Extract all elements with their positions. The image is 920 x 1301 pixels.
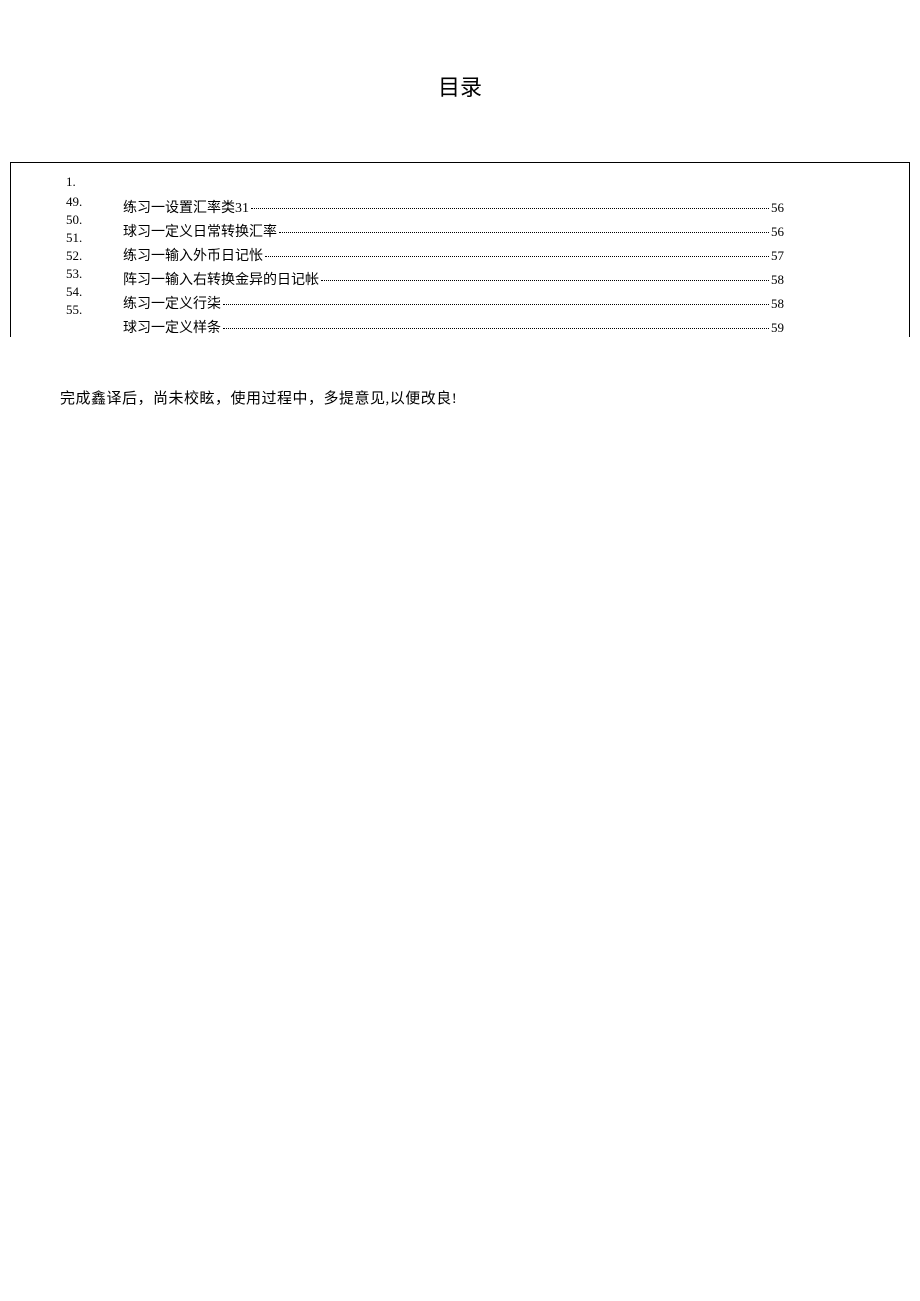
toc-entry-title: 阵习一输入右转换金异的日记帐 [123,269,319,289]
toc-entry-title: 球习一定义样条 [123,317,221,337]
toc-entry-title: 练习一定义行柒 [123,293,221,313]
toc-number: 52. [66,247,82,265]
toc-entry-title: 球习一定义日常转换汇率 [123,221,277,241]
toc-leader-dots [265,256,769,257]
toc-entry: 球习一定义日常转换汇率 56 [123,221,889,245]
toc-entry-page: 59 [771,320,889,336]
toc-container: 1. 49. 50. 51. 52. 53. 54. 55. 练习一设置汇率类3… [10,162,910,337]
toc-entry-page: 56 [771,224,889,240]
toc-entry: 练习一设置汇率类31 56 [123,197,889,221]
toc-number-column: 1. 49. 50. 51. 52. 53. 54. 55. [66,173,82,319]
toc-entry: 球习一定义样条 59 [123,317,889,337]
page-title: 目录 [0,0,920,162]
toc-number: 55. [66,301,82,319]
toc-leader-dots [223,328,769,329]
toc-leader-dots [279,232,769,233]
toc-entry-page: 57 [771,248,889,264]
toc-number: 1. [66,173,82,191]
toc-leader-dots [223,304,769,305]
toc-entry-page: 58 [771,272,889,288]
translator-note: 完成鑫译后，尚未校眩，使用过程中，多提意见,以便改良! [60,387,860,408]
toc-entry-title: 练习一输入外币日记怅 [123,245,263,265]
toc-number: 49. [66,193,82,211]
toc-number: 54. [66,283,82,301]
toc-entries: 练习一设置汇率类31 56 球习一定义日常转换汇率 56 练习一输入外币日记怅 … [123,173,889,337]
toc-number: 51. [66,229,82,247]
toc-entry-page: 58 [771,296,889,312]
toc-leader-dots [251,208,769,209]
toc-inner: 1. 49. 50. 51. 52. 53. 54. 55. 练习一设置汇率类3… [11,163,909,337]
toc-leader-dots [321,280,769,281]
toc-entry: 阵习一输入右转换金异的日记帐 58 [123,269,889,293]
toc-number: 50. [66,211,82,229]
toc-number: 53. [66,265,82,283]
toc-entry-title: 练习一设置汇率类31 [123,197,249,217]
document-page: 目录 1. 49. 50. 51. 52. 53. 54. 55. 练习一设置汇… [0,0,920,408]
toc-entry: 练习一输入外币日记怅 57 [123,245,889,269]
toc-entry: 练习一定义行柒 58 [123,293,889,317]
toc-entry-page: 56 [771,200,889,216]
